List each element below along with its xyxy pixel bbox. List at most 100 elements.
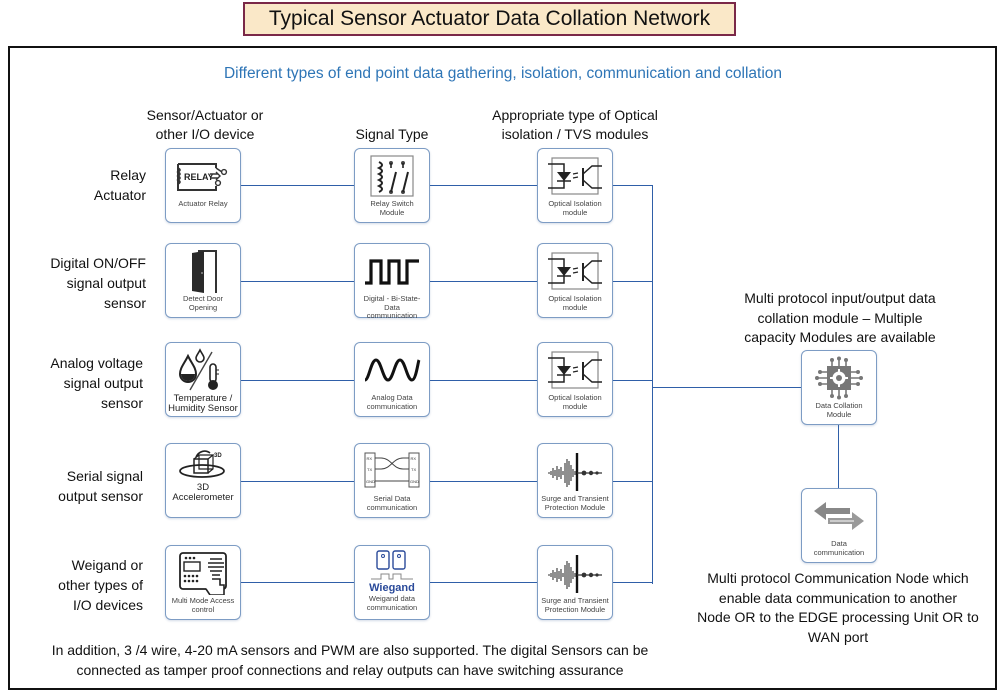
node-caption: Data communication bbox=[812, 539, 866, 557]
node-optical-isolation-3[interactable]: Optical Isolation module bbox=[537, 342, 613, 417]
connector-row-5-c bbox=[612, 582, 653, 584]
node-caption-line: module bbox=[562, 401, 588, 411]
column-header-line: Signal Type bbox=[355, 126, 429, 142]
row-label-line: sensor bbox=[100, 395, 143, 411]
connector-row-3-c bbox=[612, 380, 653, 382]
description-line: enable data communication to another bbox=[718, 589, 958, 606]
node-caption: Serial Data communication bbox=[365, 494, 419, 512]
node-caption-line: Module bbox=[826, 409, 852, 419]
node-multi-mode-access-control[interactable]: Multi Mode Access control bbox=[165, 545, 241, 620]
diagram-subtitle: Different types of end point data gather… bbox=[223, 65, 783, 82]
node-detect-door-opening[interactable]: Detect Door Opening bbox=[165, 243, 241, 318]
row-label-line: Serial signal bbox=[66, 468, 143, 484]
node-actuator-relay[interactable]: RELAY Actuator Relay bbox=[165, 148, 241, 223]
door-icon bbox=[172, 249, 234, 293]
node-data-collation-module[interactable]: Data Collation Module bbox=[801, 350, 877, 425]
relay-switch-icon bbox=[361, 154, 423, 198]
collation-to-comm-connector bbox=[838, 425, 840, 488]
pin-label-rx-left: RX bbox=[367, 456, 373, 461]
row-label-line: signal output bbox=[66, 275, 146, 291]
bus-to-collation-connector bbox=[652, 387, 801, 389]
node-caption-line: communication bbox=[813, 547, 865, 557]
connector-row-2-b bbox=[429, 281, 537, 283]
description-line: Node OR to the EDGE processing Unit OR t… bbox=[697, 609, 979, 625]
node-optical-isolation-1[interactable]: Optical Isolation module bbox=[537, 148, 613, 223]
temperature-humidity-icon bbox=[172, 348, 234, 392]
description-line: capacity Modules are available bbox=[744, 329, 936, 345]
column-header-line: Sensor/Actuator or bbox=[146, 107, 264, 123]
connector-row-5-a bbox=[241, 582, 354, 584]
wiegand-brand-text: Wiegand bbox=[369, 582, 415, 594]
node-relay-switch-module[interactable]: Relay Switch Module bbox=[354, 148, 430, 223]
node-digital-bi-state[interactable]: Digital - Bi-State- Data communication bbox=[354, 243, 430, 321]
row-label-relay: Relay Actuator bbox=[40, 165, 146, 205]
column-header-line: isolation / TVS modules bbox=[501, 126, 649, 142]
node-caption-line: module bbox=[562, 302, 588, 312]
node-caption-line: Humidity Sensor bbox=[168, 403, 238, 414]
node-surge-protection-1[interactable]: Surge and Transient Protection Module bbox=[537, 443, 613, 518]
pin-label-gnd-left: GND bbox=[366, 479, 375, 484]
node-surge-protection-2[interactable]: Surge and Transient Protection Module bbox=[537, 545, 613, 620]
description-line: collation module – Multiple bbox=[757, 309, 923, 326]
pin-label-gnd-right: GND bbox=[410, 479, 419, 484]
node-caption-line: Protection Module bbox=[544, 604, 606, 614]
description-line: Multi protocol input/output data bbox=[744, 290, 936, 306]
node-caption: Actuator Relay bbox=[176, 199, 229, 209]
node-serial-data[interactable]: RX TX GND RX TX GND Serial Data communic… bbox=[354, 443, 430, 518]
row-label-line: Analog voltage bbox=[50, 355, 143, 371]
node-caption: Temperature / Humidity Sensor bbox=[166, 394, 240, 414]
node-weigand-data[interactable]: Wiegand Weigand data communication bbox=[354, 545, 430, 620]
node-caption: Relay Switch Module bbox=[368, 199, 415, 217]
node-optical-isolation-2[interactable]: Optical Isolation module bbox=[537, 243, 613, 318]
column-header-line: Appropriate type of Optical bbox=[492, 107, 658, 123]
node-analog-data[interactable]: Analog Data communication bbox=[354, 342, 430, 417]
node-caption: Multi Mode Access control bbox=[170, 596, 237, 614]
node-caption-line: communication bbox=[366, 502, 418, 512]
svg-text:RELAY: RELAY bbox=[184, 172, 214, 182]
node-caption: Digital - Bi-State- Data communication bbox=[362, 294, 423, 321]
row-label-line: I/O devices bbox=[72, 597, 143, 613]
node-caption-line: Module bbox=[379, 207, 405, 217]
row-label-analog: Analog voltage signal output sensor bbox=[20, 353, 143, 413]
node-caption: Optical Isolation module bbox=[546, 393, 603, 411]
connector-row-2-a bbox=[241, 281, 354, 283]
node-data-communication[interactable]: Data communication bbox=[801, 488, 877, 563]
node-temperature-humidity-sensor[interactable]: Temperature / Humidity Sensor bbox=[165, 342, 241, 417]
connector-row-4-a bbox=[241, 481, 354, 483]
node-caption: Analog Data communication bbox=[365, 393, 419, 411]
node-caption: Optical Isolation module bbox=[546, 294, 603, 312]
sine-wave-icon bbox=[361, 348, 423, 392]
connector-row-3-a bbox=[241, 380, 354, 382]
connector-row-5-b bbox=[429, 582, 537, 584]
node-caption: Weigand data communication bbox=[365, 594, 419, 612]
bidirectional-arrows-icon bbox=[808, 494, 870, 538]
row-label-line: signal output bbox=[63, 375, 143, 391]
serial-rx-tx-icon: RX TX GND RX TX GND bbox=[361, 449, 423, 493]
accelerometer-3d-label: 3D bbox=[214, 453, 222, 459]
column-header-line: other I/O device bbox=[155, 126, 255, 142]
footnote-line: connected as tamper proof connections an… bbox=[76, 662, 624, 678]
row-label-line: other types of bbox=[58, 577, 143, 593]
pin-label-tx-left: TX bbox=[367, 467, 372, 472]
node-caption: Optical Isolation module bbox=[546, 199, 603, 217]
node-caption-line: Actuator Relay bbox=[178, 199, 228, 208]
optocoupler-icon bbox=[544, 348, 606, 392]
row-label-line: sensor bbox=[103, 295, 146, 311]
node-caption: Data Collation Module bbox=[813, 401, 864, 419]
node-caption-line: control bbox=[191, 604, 215, 614]
node-3d-accelerometer[interactable]: 3D 3D Accelerometer bbox=[165, 443, 241, 518]
node-caption-line: communication bbox=[366, 602, 418, 612]
footnote: In addition, 3 /4 wire, 4-20 mA sensors … bbox=[20, 640, 680, 680]
row-label-line: Weigand or bbox=[71, 557, 143, 573]
footnote-line: In addition, 3 /4 wire, 4-20 mA sensors … bbox=[51, 642, 649, 658]
node-caption: Surge and Transient Protection Module bbox=[539, 596, 611, 614]
connector-row-4-c bbox=[612, 481, 653, 483]
node-caption-line: Opening bbox=[188, 302, 218, 312]
node-caption-line: module bbox=[562, 207, 588, 217]
connector-row-4-b bbox=[429, 481, 537, 483]
node-caption-line: communication bbox=[366, 311, 418, 320]
row-label-line: Digital ON/OFF bbox=[50, 255, 146, 271]
relay-icon: RELAY bbox=[172, 154, 234, 198]
pin-label-tx-right: TX bbox=[411, 467, 416, 472]
row-label-serial: Serial signal output sensor bbox=[20, 466, 143, 506]
